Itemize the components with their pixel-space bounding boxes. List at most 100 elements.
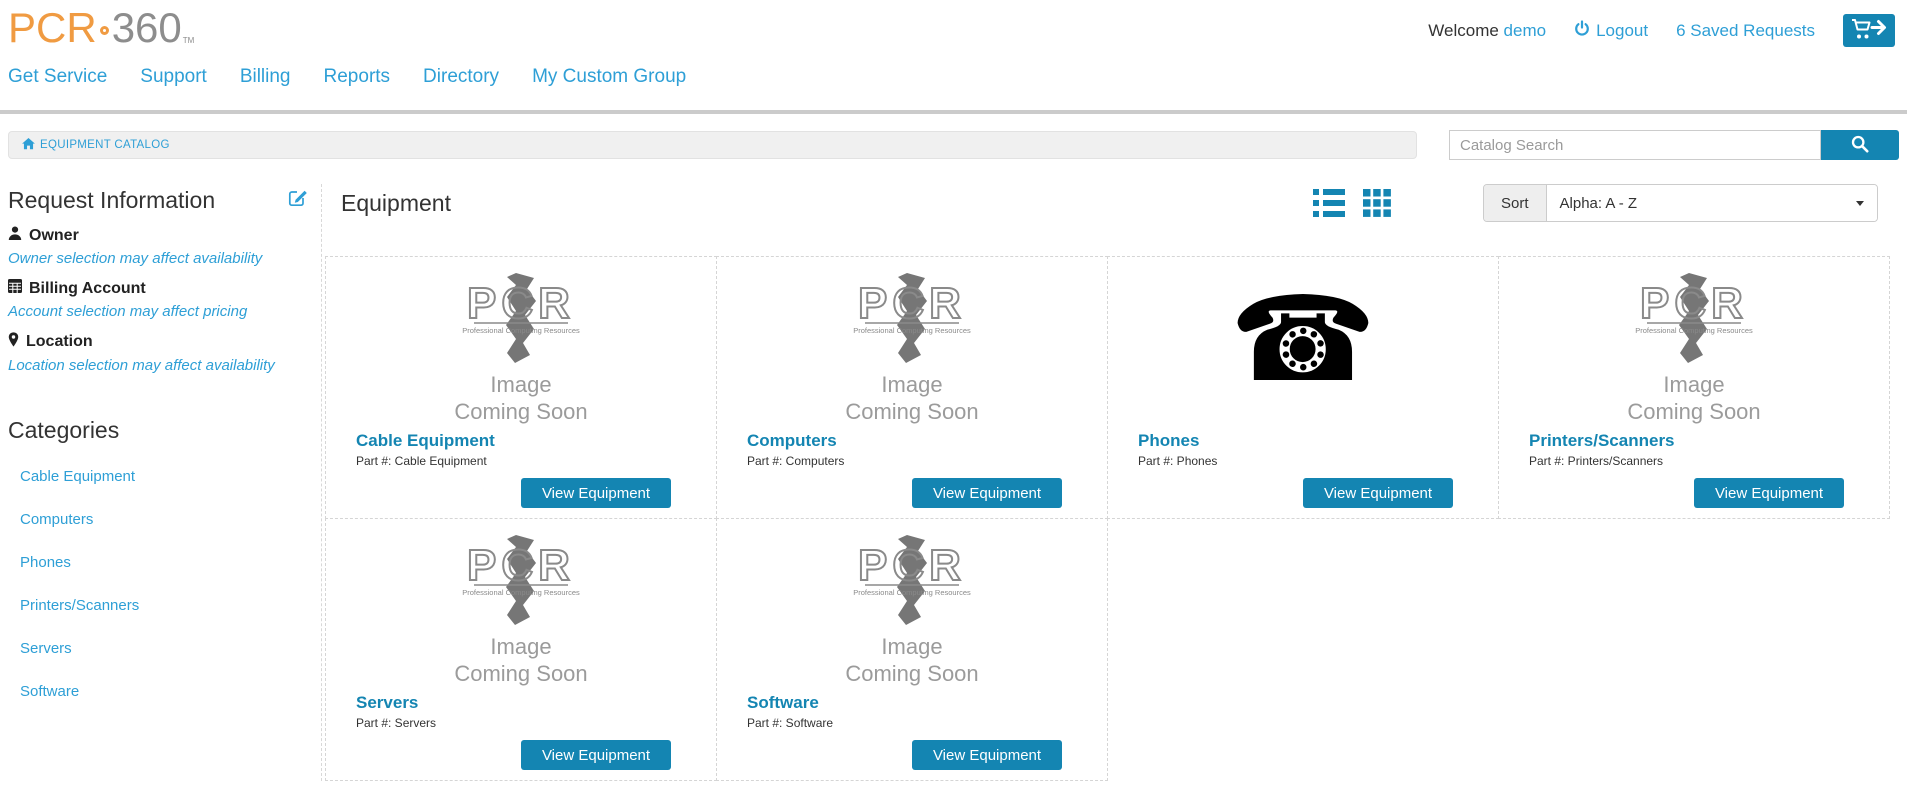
view-equipment-button[interactable]: View Equipment bbox=[521, 740, 671, 770]
catalog-search-button[interactable] bbox=[1821, 130, 1899, 160]
nav-item-support[interactable]: Support bbox=[140, 66, 207, 88]
pcr-image-placeholder: PCR Professional Computing Resources Ima… bbox=[446, 535, 596, 687]
equipment-card-phones: ☎ Phones Part #: Phones View Equipment bbox=[1107, 256, 1499, 519]
logo-degree-circle bbox=[100, 26, 109, 35]
cart-arrow-right-icon bbox=[1851, 18, 1887, 43]
owner-note: Owner selection may affect availability bbox=[8, 250, 321, 267]
card-part-number: Part #: Software bbox=[747, 716, 1107, 730]
page-title: Equipment bbox=[341, 190, 1313, 217]
request-info-title: Request Information bbox=[8, 186, 288, 214]
pcr-image-placeholder: PCR Professional Computing Resources Ima… bbox=[837, 535, 987, 687]
card-part-number: Part #: Cable Equipment bbox=[356, 454, 716, 468]
view-equipment-button[interactable]: View Equipment bbox=[912, 478, 1062, 508]
search-icon bbox=[1851, 135, 1869, 156]
image-coming-soon-text: Image Coming Soon bbox=[446, 633, 596, 687]
location-note: Location selection may affect availabili… bbox=[8, 357, 321, 374]
power-icon bbox=[1574, 20, 1590, 42]
nav-item-get-service[interactable]: Get Service bbox=[8, 66, 107, 88]
image-coming-soon-text: Image Coming Soon bbox=[837, 633, 987, 687]
svg-text:Professional Computing Resourc: Professional Computing Resources bbox=[853, 326, 971, 335]
view-equipment-button[interactable]: View Equipment bbox=[1303, 478, 1453, 508]
equipment-card-software: PCR Professional Computing Resources Ima… bbox=[716, 518, 1108, 781]
logo-text-pcr: PCR bbox=[8, 6, 97, 50]
page-header: PCR 360 TM Welcome demo Logout 6 Saved R… bbox=[0, 0, 1907, 114]
svg-text:Professional Computing Resourc: Professional Computing Resources bbox=[462, 588, 580, 597]
sort-select[interactable]: Alpha: A - Z bbox=[1547, 185, 1877, 221]
category-link-printers-scanners[interactable]: Printers/Scanners bbox=[20, 597, 321, 615]
card-part-number: Part #: Servers bbox=[356, 716, 716, 730]
saved-requests-link[interactable]: 6 Saved Requests bbox=[1676, 21, 1815, 41]
list-view-icon[interactable] bbox=[1313, 189, 1345, 217]
billing-label: Billing Account bbox=[29, 280, 146, 298]
billing-note: Account selection may affect pricing bbox=[8, 303, 321, 320]
categories-title: Categories bbox=[8, 416, 321, 444]
pcr-image-placeholder: PCR Professional Computing Resources Ima… bbox=[446, 273, 596, 425]
billing-section-label: Billing Account bbox=[8, 279, 321, 298]
edit-icon[interactable] bbox=[288, 188, 307, 212]
image-coming-soon-text: Image Coming Soon bbox=[446, 371, 596, 425]
card-title-link[interactable]: Servers bbox=[356, 693, 716, 713]
image-coming-soon-text: Image Coming Soon bbox=[1619, 371, 1769, 425]
svg-text:Professional Computing Resourc: Professional Computing Resources bbox=[1635, 326, 1753, 335]
category-link-servers[interactable]: Servers bbox=[20, 640, 321, 658]
billing-icon bbox=[8, 279, 22, 298]
sort-selected-value: Alpha: A - Z bbox=[1560, 195, 1638, 212]
user-icon bbox=[8, 226, 22, 245]
card-title-link[interactable]: Computers bbox=[747, 431, 1107, 451]
card-image: PCR Professional Computing Resources Ima… bbox=[717, 535, 1107, 685]
svg-text:PCR: PCR bbox=[1640, 279, 1748, 328]
breadcrumb[interactable]: EQUIPMENT CATALOG bbox=[22, 138, 170, 153]
view-equipment-button[interactable]: View Equipment bbox=[912, 740, 1062, 770]
card-title-link[interactable]: Software bbox=[747, 693, 1107, 713]
equipment-card-cable-equipment: PCR Professional Computing Resources Ima… bbox=[325, 256, 717, 519]
nav-item-billing[interactable]: Billing bbox=[240, 66, 291, 88]
view-equipment-button[interactable]: View Equipment bbox=[521, 478, 671, 508]
nav-item-reports[interactable]: Reports bbox=[324, 66, 391, 88]
sort-label: Sort bbox=[1484, 185, 1547, 221]
pcr-logo: PCR Professional Computing Resources bbox=[837, 273, 987, 363]
logout-link[interactable]: Logout bbox=[1574, 20, 1648, 42]
request-sidebar: Request Information Owner Owner selectio… bbox=[0, 184, 322, 781]
card-image: PCR Professional Computing Resources Ima… bbox=[326, 273, 716, 423]
logo-trademark: TM bbox=[183, 37, 195, 45]
view-equipment-button[interactable]: View Equipment bbox=[1694, 478, 1844, 508]
nav-item-my-custom-group[interactable]: My Custom Group bbox=[532, 66, 686, 88]
svg-text:PCR: PCR bbox=[858, 279, 966, 328]
category-link-cable-equipment[interactable]: Cable Equipment bbox=[20, 468, 321, 486]
card-part-number: Part #: Phones bbox=[1138, 454, 1498, 468]
chevron-down-icon bbox=[1856, 201, 1864, 206]
grid-view-icon[interactable] bbox=[1363, 189, 1391, 217]
card-image: PCR Professional Computing Resources Ima… bbox=[1499, 273, 1889, 423]
pcr360-logo: PCR 360 TM bbox=[8, 6, 194, 50]
equipment-card-computers: PCR Professional Computing Resources Ima… bbox=[716, 256, 1108, 519]
equipment-card-printers-scanners: PCR Professional Computing Resources Ima… bbox=[1498, 256, 1890, 519]
logout-label: Logout bbox=[1596, 21, 1648, 41]
svg-text:PCR: PCR bbox=[858, 541, 966, 590]
card-part-number: Part #: Computers bbox=[747, 454, 1107, 468]
card-title-link[interactable]: Printers/Scanners bbox=[1529, 431, 1889, 451]
categories-list: Cable Equipment Computers Phones Printers/S… bbox=[8, 468, 321, 701]
username-link[interactable]: demo bbox=[1504, 21, 1547, 40]
pcr-logo: PCR Professional Computing Resources bbox=[837, 535, 987, 625]
category-link-computers[interactable]: Computers bbox=[20, 511, 321, 529]
nav-item-directory[interactable]: Directory bbox=[423, 66, 499, 88]
catalog-search-input[interactable] bbox=[1449, 130, 1821, 160]
card-title-link[interactable]: Phones bbox=[1138, 431, 1498, 451]
category-link-software[interactable]: Software bbox=[20, 683, 321, 701]
pcr-image-placeholder: PCR Professional Computing Resources Ima… bbox=[837, 273, 987, 425]
card-title-link[interactable]: Cable Equipment bbox=[356, 431, 716, 451]
card-image: PCR Professional Computing Resources Ima… bbox=[717, 273, 1107, 423]
category-link-phones[interactable]: Phones bbox=[20, 554, 321, 572]
saved-requests-cart-button[interactable] bbox=[1843, 14, 1895, 47]
breadcrumb-bar: EQUIPMENT CATALOG bbox=[8, 131, 1417, 159]
owner-label: Owner bbox=[29, 227, 79, 245]
svg-text:PCR: PCR bbox=[467, 279, 575, 328]
owner-section-label: Owner bbox=[8, 226, 321, 245]
image-coming-soon-text: Image Coming Soon bbox=[837, 371, 987, 425]
sort-control: Sort Alpha: A - Z bbox=[1483, 184, 1878, 222]
phone-icon: ☎ bbox=[1230, 273, 1377, 405]
equipment-main: Equipment Sort Alpha: A - Z bbox=[322, 184, 1907, 781]
card-image: PCR Professional Computing Resources Ima… bbox=[326, 535, 716, 685]
welcome-text: Welcome demo bbox=[1428, 21, 1546, 41]
equipment-grid: PCR Professional Computing Resources Ima… bbox=[325, 256, 1895, 781]
